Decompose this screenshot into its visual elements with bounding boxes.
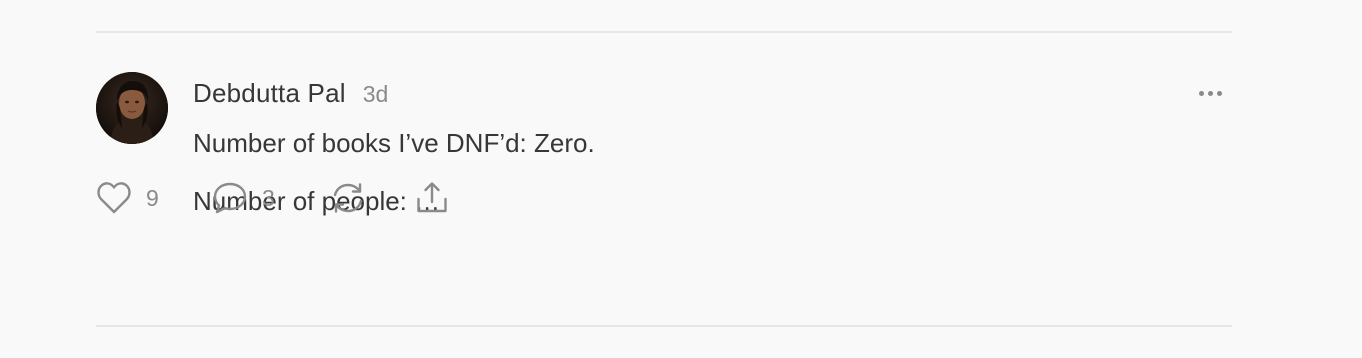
like-button[interactable]: 9 bbox=[96, 181, 212, 215]
note-meta: Debdutta Pal 3d bbox=[193, 78, 388, 110]
bottom-divider bbox=[96, 325, 1232, 327]
share-button[interactable] bbox=[414, 181, 450, 215]
restack-button[interactable] bbox=[330, 181, 414, 215]
avatar[interactable] bbox=[96, 72, 168, 144]
restack-icon bbox=[330, 181, 366, 215]
more-horizontal-icon bbox=[1198, 90, 1204, 96]
timestamp[interactable]: 3d bbox=[363, 81, 389, 108]
comment-bubble-icon bbox=[212, 181, 248, 215]
action-bar: 9 3 bbox=[96, 181, 450, 215]
comment-count: 3 bbox=[262, 184, 275, 211]
heart-icon bbox=[96, 181, 132, 215]
top-divider bbox=[96, 31, 1232, 33]
note-text-line: Number of books I’ve DNF’d: Zero. bbox=[193, 128, 595, 158]
more-options-button[interactable] bbox=[1196, 86, 1224, 100]
notes-feed: Debdutta Pal 3d Number of books I’ve DNF… bbox=[0, 0, 1362, 358]
share-icon bbox=[414, 181, 450, 215]
comment-button[interactable]: 3 bbox=[212, 181, 330, 215]
like-count: 9 bbox=[146, 184, 159, 211]
author-name[interactable]: Debdutta Pal bbox=[193, 78, 346, 109]
